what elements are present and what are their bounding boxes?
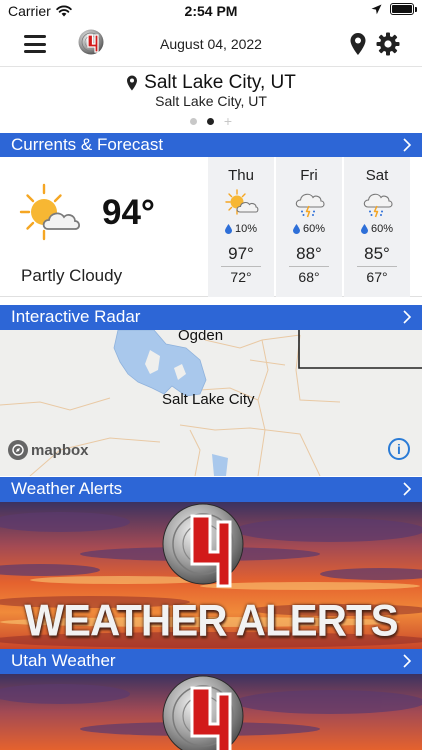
location-subtitle: Salt Lake City, UT [155, 93, 267, 109]
low-temp: 67° [366, 269, 388, 285]
section-title: Interactive Radar [11, 307, 141, 326]
mapbox-label: mapbox [31, 441, 89, 459]
thunderstorm-icon [295, 193, 325, 218]
page-dot-active[interactable] [206, 117, 214, 125]
hamburger-menu-icon[interactable] [24, 35, 46, 53]
radar-map[interactable]: Ogden Salt Lake City mapbox i [0, 330, 422, 476]
location-pin-icon [127, 75, 138, 91]
day-name: Thu [228, 167, 254, 184]
temp-divider [289, 266, 329, 267]
battery-fill [392, 5, 412, 13]
high-temp: 85° [364, 244, 390, 263]
partly-cloudy-icon [19, 183, 81, 241]
current-temperature: 94° [102, 193, 155, 232]
precip-chance: 10% [208, 223, 274, 235]
raindrop-icon [224, 224, 232, 234]
utah-weather-banner[interactable] [0, 674, 422, 750]
day-name: Sat [365, 167, 389, 184]
precip-chance: 60% [344, 223, 410, 235]
temp-divider [357, 266, 397, 267]
chevron-right-icon [403, 310, 412, 324]
section-interactive-radar[interactable]: Interactive Radar [0, 305, 422, 330]
section-currents-forecast[interactable]: Currents & Forecast [0, 133, 422, 158]
forecast-day-thu[interactable]: Thu 10% 97° 72° [208, 157, 274, 297]
raindrop-icon [360, 224, 368, 234]
precip-value: 60% [302, 223, 326, 235]
channel-4-logo-icon [162, 503, 244, 588]
mapbox-logo-icon [8, 440, 28, 460]
raindrop-icon [292, 224, 300, 234]
precip-value: 60% [370, 223, 394, 235]
channel-4-logo-icon[interactable] [77, 28, 107, 58]
temp-divider [221, 266, 261, 267]
gear-icon[interactable] [376, 32, 400, 56]
forecast-day-fri[interactable]: Fri 60% 88° 68° [276, 157, 342, 297]
battery-icon [390, 3, 417, 15]
add-location-icon[interactable]: + [224, 114, 232, 128]
low-temp: 72° [230, 269, 252, 285]
weather-alerts-banner[interactable]: WEATHER ALERTS [0, 502, 422, 649]
weather-alerts-banner-text: WEATHER ALERTS [24, 595, 398, 646]
section-title: Utah Weather [11, 651, 116, 670]
app-header: August 04, 2022 [0, 22, 422, 67]
section-title: Weather Alerts [11, 479, 123, 498]
day-name: Fri [300, 167, 318, 184]
chevron-right-icon [403, 482, 412, 496]
section-weather-alerts[interactable]: Weather Alerts [0, 477, 422, 502]
page-indicator[interactable]: + [0, 114, 422, 128]
low-temp: 68° [298, 269, 320, 285]
precip-value: 10% [234, 223, 258, 235]
location-pin-icon[interactable] [348, 32, 368, 56]
partly-cloudy-icon [225, 189, 259, 215]
location-header: Salt Lake City, UT Salt Lake City, UT + [0, 68, 422, 130]
channel-4-logo-icon [162, 675, 244, 750]
high-temp: 97° [228, 244, 254, 263]
location-row[interactable]: Salt Lake City, UT [0, 72, 422, 94]
status-icons [371, 3, 417, 15]
forecast-panel[interactable]: 94° Partly Cloudy Thu 10% 97° 72° Fri 60… [0, 157, 422, 297]
info-icon[interactable]: i [388, 438, 410, 460]
section-title: Currents & Forecast [11, 135, 164, 154]
precip-chance: 60% [276, 223, 342, 235]
current-condition: Partly Cloudy [21, 266, 123, 285]
map-label-salt-lake-city: Salt Lake City [162, 391, 255, 408]
location-name: Salt Lake City, UT [144, 72, 296, 93]
chevron-right-icon [403, 654, 412, 668]
status-bar: Carrier 2:54 PM [0, 0, 422, 22]
map-label-ogden: Ogden [178, 330, 224, 344]
thunderstorm-icon [363, 193, 393, 218]
mapbox-attribution[interactable]: mapbox [8, 440, 89, 460]
high-temp: 88° [296, 244, 322, 263]
page-dot[interactable] [189, 117, 197, 125]
location-arrow-icon [371, 4, 382, 14]
forecast-day-sat[interactable]: Sat 60% 85° 67° [344, 157, 410, 297]
status-time: 2:54 PM [184, 3, 238, 19]
section-utah-weather[interactable]: Utah Weather [0, 649, 422, 674]
chevron-right-icon [403, 138, 412, 152]
